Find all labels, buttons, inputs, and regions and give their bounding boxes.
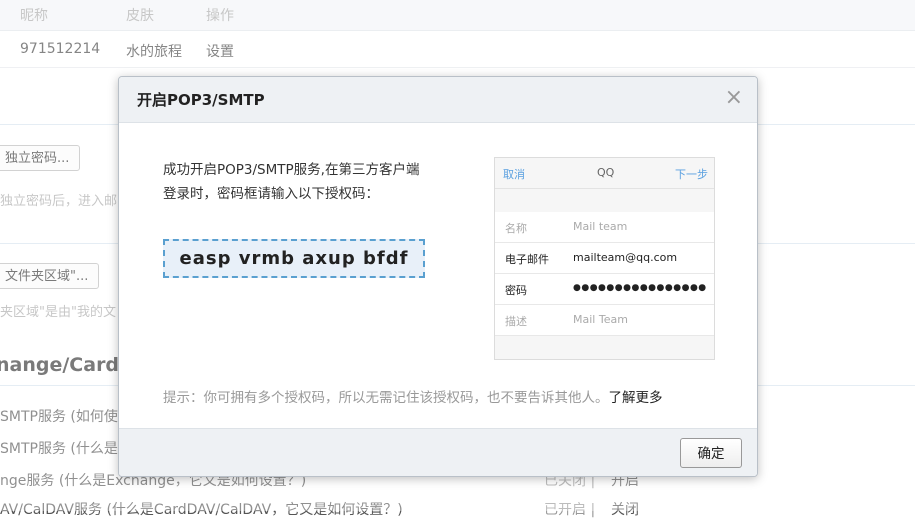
confirm-button[interactable]: 确定 bbox=[680, 438, 742, 468]
dialog-title: 开启POP3/SMTP bbox=[137, 91, 265, 109]
learn-more-link[interactable]: 了解更多 bbox=[609, 390, 663, 406]
dialog-message-line1: 成功开启POP3/SMTP服务,在第三方客户端 bbox=[163, 162, 420, 178]
phone-field-value: ●●●●●●●●●●●●●●●● bbox=[573, 283, 707, 293]
phone-field-value: Mail Team bbox=[573, 313, 628, 326]
phone-field-row: 名称 Mail team bbox=[495, 212, 714, 243]
dialog-message-line2: 登录时，密码框请输入以下授权码： bbox=[163, 186, 379, 202]
phone-field-value: mailteam@qq.com bbox=[573, 251, 678, 264]
phone-next-label: 下一步 bbox=[675, 168, 708, 181]
phone-title-label: QQ bbox=[597, 166, 615, 179]
phone-field-row: 密码 ●●●●●●●●●●●●●●●● bbox=[495, 274, 714, 305]
phone-cancel-label: 取消 bbox=[503, 168, 525, 181]
phone-field-key: 密码 bbox=[505, 284, 527, 297]
phone-field-key: 名称 bbox=[505, 222, 527, 235]
pop3-smtp-dialog: 开启POP3/SMTP × 成功开启POP3/SMTP服务,在第三方客户端 登录… bbox=[118, 76, 758, 477]
phone-field-row: 电子邮件 mailteam@qq.com bbox=[495, 243, 714, 274]
tip-text: 提示：你可拥有多个授权码，所以无需记住该授权码，也不要告诉其他人。 bbox=[163, 390, 609, 406]
dialog-header: 开启POP3/SMTP × bbox=[119, 77, 757, 123]
dialog-tip: 提示：你可拥有多个授权码，所以无需记住该授权码，也不要告诉其他人。了解更多 bbox=[163, 386, 663, 406]
phone-field-value: Mail team bbox=[573, 220, 628, 233]
authorization-code: easp vrmb axup bfdf bbox=[163, 239, 425, 278]
phone-field-key: 描述 bbox=[505, 315, 527, 328]
phone-nav-bar: 取消 QQ 下一步 bbox=[495, 158, 714, 189]
phone-field-row: 描述 Mail Team bbox=[495, 305, 714, 336]
phone-setup-illustration: 取消 QQ 下一步 名称 Mail team 电子邮件 mailteam@qq.… bbox=[494, 157, 715, 360]
close-icon[interactable]: × bbox=[725, 86, 743, 110]
dialog-footer: 确定 bbox=[119, 428, 757, 476]
phone-field-key: 电子邮件 bbox=[505, 253, 549, 266]
